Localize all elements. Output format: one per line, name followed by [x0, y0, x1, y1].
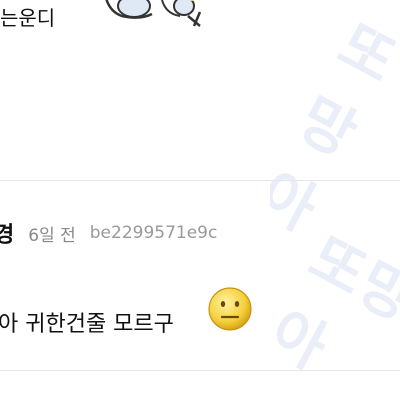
watermark-text-2: 또망아 [270, 223, 400, 384]
comment-time: 6일 전 [28, 225, 76, 246]
comment-divider-bottom [0, 370, 400, 371]
site-watermark: 또망아 또망아 [270, 0, 400, 400]
previous-comment-row: 는운디 [0, 0, 400, 37]
dancing-character-sticker-icon [105, 0, 202, 27]
watermark-text: 또망아 [270, 10, 400, 245]
comment-author[interactable]: 경 [0, 217, 14, 249]
comment-text: 아 귀한건줄 모르구 [0, 312, 174, 337]
comment-user-id: be2299571e9c [89, 223, 218, 243]
comment-header: 경 6일 전 be2299571e9c [0, 218, 217, 248]
neutral-face-emoji-icon [208, 287, 252, 331]
previous-comment-text: 는운디 [0, 6, 56, 30]
comment-divider [0, 180, 400, 181]
